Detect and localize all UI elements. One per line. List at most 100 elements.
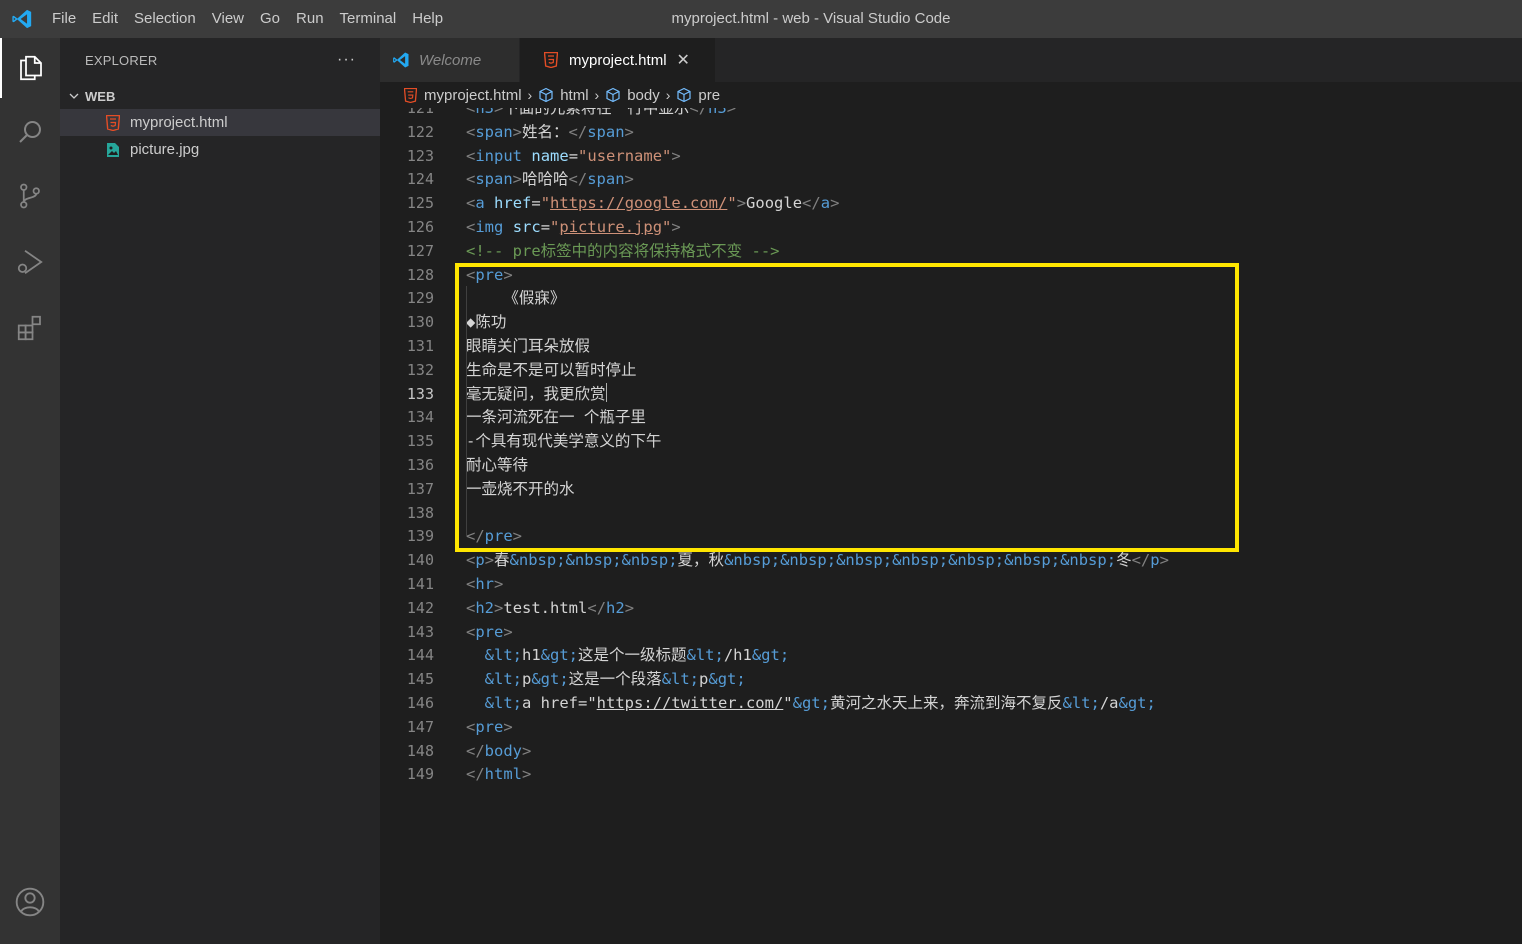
code-line[interactable]: <h3>下面的元素将在一行中显示</h3> <box>466 108 1522 121</box>
html5-file-icon <box>542 51 560 69</box>
code-line[interactable]: <input name="username"> <box>466 145 1522 169</box>
file-item-myproject[interactable]: myproject.html <box>60 109 380 136</box>
breadcrumb: myproject.html › html › body › pre <box>380 82 1522 108</box>
file-item-picture[interactable]: picture.jpg <box>60 136 380 163</box>
more-actions-icon[interactable]: ··· <box>337 51 356 69</box>
menu-go[interactable]: Go <box>252 0 288 38</box>
code-line[interactable]: 生命是不是可以暂时停止 <box>466 359 1522 383</box>
symbol-element-icon <box>676 87 692 103</box>
code-line[interactable]: <a href="https://google.com/">Google</a> <box>466 192 1522 216</box>
activity-bar <box>0 38 60 944</box>
line-number-gutter: 121 122 123 124 125 126 127 128 129 130 131 132 133 1… <box>380 108 450 787</box>
code-line[interactable]: -个具有现代美学意义的下午 <box>466 430 1522 454</box>
code-line[interactable]: <p>春&nbsp;&nbsp;&nbsp;夏，秋&nbsp;&nbsp;&nb… <box>466 549 1522 573</box>
source-control-icon[interactable] <box>0 166 60 226</box>
tab-welcome[interactable]: Welcome <box>380 38 520 82</box>
line-number: 126 <box>406 217 434 236</box>
line-number: 131 <box>406 336 434 355</box>
line-number: 148 <box>406 741 434 760</box>
html5-file-icon <box>104 114 122 132</box>
file-name: myproject.html <box>130 114 228 131</box>
explorer-icon[interactable] <box>0 38 60 98</box>
line-number: 124 <box>406 170 434 189</box>
code-line[interactable]: 《假寐》 <box>466 287 1522 311</box>
menu-selection[interactable]: Selection <box>126 0 204 38</box>
menu-run[interactable]: Run <box>288 0 332 38</box>
search-icon[interactable] <box>0 102 60 162</box>
title-bar: File Edit Selection View Go Run Terminal… <box>0 0 1522 38</box>
code-area[interactable]: <h3>下面的元素将在一行中显示</h3> <span>姓名：</span> <in… <box>466 108 1522 787</box>
symbol-element-icon <box>605 87 621 103</box>
html5-file-icon <box>402 87 418 103</box>
extensions-icon[interactable] <box>0 298 60 358</box>
line-number: 127 <box>406 241 434 260</box>
code-line[interactable]: </html> <box>466 763 1522 787</box>
line-number: 141 <box>406 574 434 593</box>
code-line[interactable]: <pre> <box>466 621 1522 645</box>
explorer-title: EXPLORER <box>85 52 158 68</box>
line-number: 137 <box>406 479 434 498</box>
code-line[interactable]: <pre> <box>466 264 1522 288</box>
code-line[interactable]: <hr> <box>466 573 1522 597</box>
code-line[interactable]: 眼睛关门耳朵放假 <box>466 335 1522 359</box>
code-line[interactable]: &lt;p&gt;这是一个段落&lt;p&gt; <box>466 668 1522 692</box>
line-number: 122 <box>406 122 434 141</box>
line-number: 136 <box>406 455 434 474</box>
close-icon[interactable]: ✕ <box>677 50 690 70</box>
line-number: 139 <box>406 527 434 546</box>
line-number: 143 <box>406 622 434 641</box>
line-number: 142 <box>406 598 434 617</box>
code-line[interactable] <box>466 502 1522 526</box>
menu-file[interactable]: File <box>44 0 84 38</box>
line-number: 128 <box>406 265 434 284</box>
line-number: 144 <box>406 646 434 665</box>
code-line[interactable]: </pre> <box>466 525 1522 549</box>
code-line[interactable]: ◆陈功 <box>466 311 1522 335</box>
code-line[interactable]: <!-- pre标签中的内容将保持格式不变 --> <box>466 240 1522 264</box>
code-line[interactable]: <span>哈哈哈</span> <box>466 168 1522 192</box>
breadcrumb-html[interactable]: html <box>538 86 589 104</box>
code-line[interactable]: &lt;h1&gt;这是个一级标题&lt;/h1&gt; <box>466 644 1522 668</box>
tab-myproject[interactable]: myproject.html ✕ <box>520 38 716 82</box>
line-number: 135 <box>406 432 434 451</box>
menu-bar: File Edit Selection View Go Run Terminal… <box>44 0 451 38</box>
file-name: picture.jpg <box>130 141 200 158</box>
line-number: 140 <box>406 551 434 570</box>
menu-help[interactable]: Help <box>404 0 451 38</box>
editor-tabs: Welcome myproject.html ✕ <box>380 38 1522 82</box>
code-line[interactable]: <h2>test.html</h2> <box>466 597 1522 621</box>
chevron-right-icon: › <box>594 87 600 103</box>
code-line[interactable]: 耐心等待 <box>466 454 1522 478</box>
code-line[interactable]: <span>姓名：</span> <box>466 121 1522 145</box>
line-number: 147 <box>406 717 434 736</box>
breadcrumb-label: pre <box>698 86 721 104</box>
run-debug-icon[interactable] <box>0 232 60 292</box>
breadcrumb-file[interactable]: myproject.html <box>402 87 522 104</box>
menu-view[interactable]: View <box>204 0 252 38</box>
code-line[interactable]: </body> <box>466 740 1522 764</box>
line-number: 121 <box>406 108 434 117</box>
code-line[interactable]: &lt;a href="https://twitter.com/"&gt;黄河之… <box>466 692 1522 716</box>
code-line[interactable]: 一条河流死在一 个瓶子里 <box>466 406 1522 430</box>
code-line[interactable]: 毫无疑问，我更欣赏 <box>466 382 1522 407</box>
line-number: 133 <box>406 384 434 403</box>
line-number: 138 <box>406 503 434 522</box>
line-number: 130 <box>406 313 434 332</box>
menu-terminal[interactable]: Terminal <box>332 0 405 38</box>
folder-web[interactable]: WEB <box>60 83 380 109</box>
breadcrumb-body[interactable]: body <box>605 87 660 104</box>
line-number: 145 <box>406 670 434 689</box>
accounts-icon[interactable] <box>0 872 60 932</box>
folder-name: WEB <box>85 88 116 104</box>
code-editor[interactable]: 121 122 123 124 125 126 127 128 129 130 131 132 133 1… <box>380 108 1522 944</box>
line-number: 125 <box>406 194 434 213</box>
code-line[interactable]: <pre> <box>466 716 1522 740</box>
code-line[interactable]: 一壶烧不开的水 <box>466 478 1522 502</box>
explorer-sidebar: EXPLORER ··· WEB myproject.html picture.… <box>60 38 380 944</box>
breadcrumb-pre[interactable]: pre <box>676 87 720 104</box>
line-number: 146 <box>406 693 434 712</box>
breadcrumb-label: html <box>560 86 589 104</box>
code-line[interactable]: <img src="picture.jpg"> <box>466 216 1522 240</box>
line-number: 149 <box>406 765 434 784</box>
menu-edit[interactable]: Edit <box>84 0 126 38</box>
